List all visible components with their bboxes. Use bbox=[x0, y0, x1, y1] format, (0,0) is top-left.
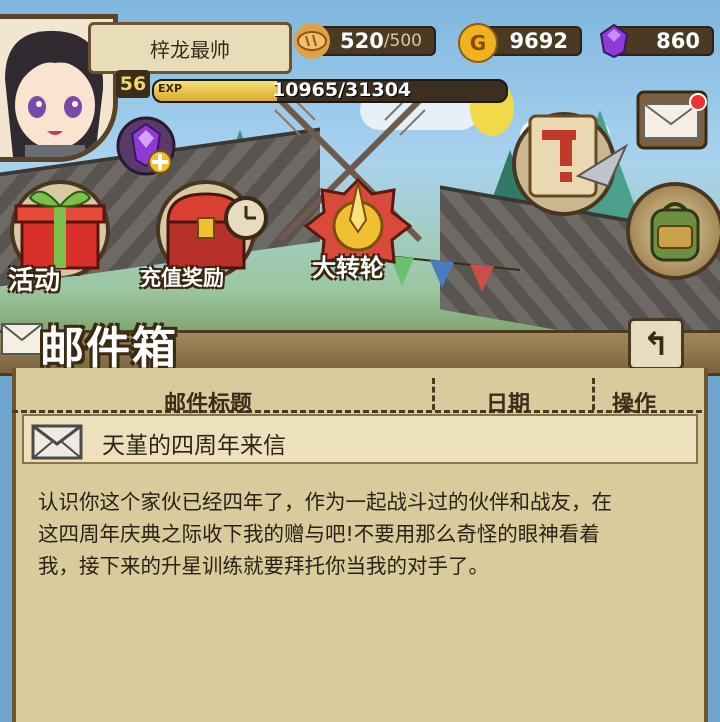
gem-counter[interactable]: 860 bbox=[600, 24, 714, 58]
quest-scroll-button[interactable] bbox=[508, 106, 628, 216]
player-name: 梓龙最帅 bbox=[150, 37, 230, 62]
exp-label: EXP bbox=[158, 82, 183, 95]
activity-button[interactable]: 活动 bbox=[0, 176, 120, 296]
back-arrow-icon: ↰ bbox=[642, 325, 670, 363]
back-button[interactable]: ↰ bbox=[628, 318, 684, 370]
mail-body: 认识你这个家伙已经四年了，作为一起战斗过的伙伴和战友，在 这四周年庆典之际收下我… bbox=[38, 486, 688, 582]
add-gems-button[interactable] bbox=[116, 116, 176, 176]
mail-table-header: 邮件标题 日期 操作 bbox=[12, 378, 702, 417]
exp-bar: EXP 10965/31304 bbox=[152, 79, 508, 103]
stamina-max: /500 bbox=[383, 31, 422, 51]
recharge-reward-label: 充值奖励 bbox=[140, 266, 224, 290]
gold-amount: 9692 bbox=[509, 29, 568, 53]
player-name-plate: 梓龙最帅 bbox=[88, 22, 292, 74]
backpack-button[interactable] bbox=[626, 182, 720, 280]
mail-subject: 天堇的四周年来信 bbox=[102, 433, 286, 459]
activity-label: 活动 bbox=[8, 266, 61, 296]
mailbox-title: 邮件箱 bbox=[40, 323, 178, 374]
coin-icon: G bbox=[458, 23, 498, 63]
mail-button[interactable] bbox=[636, 90, 708, 150]
mail-body-line: 认识你这个家伙已经四年了，作为一起战斗过的伙伴和战友，在 bbox=[38, 490, 612, 514]
stamina-current: 520 bbox=[339, 29, 384, 53]
bread-icon bbox=[294, 23, 330, 59]
recharge-reward-button[interactable]: 充值奖励 bbox=[140, 178, 290, 298]
mail-body-line: 这四周年庆典之际收下我的赠与吧!不要用那么奇怪的眼神看着 bbox=[38, 522, 600, 546]
gold-counter[interactable]: G 9692 bbox=[458, 23, 582, 63]
player-level: 56 bbox=[116, 70, 150, 98]
backpack-icon bbox=[650, 202, 700, 262]
mailbox-envelope-icon bbox=[1, 323, 43, 355]
envelope-icon bbox=[636, 90, 708, 150]
big-wheel-button[interactable]: 大转轮 bbox=[296, 176, 422, 296]
mail-item[interactable]: 天堇的四周年来信 bbox=[22, 414, 698, 464]
envelope-icon bbox=[31, 424, 83, 460]
big-wheel-label: 大转轮 bbox=[312, 254, 384, 282]
gem-amount: 860 bbox=[656, 29, 700, 53]
gem-plus-icon bbox=[116, 116, 176, 176]
exp-value: 10965/31304 bbox=[272, 79, 412, 101]
scroll-quill-icon bbox=[512, 112, 628, 216]
stamina-counter[interactable]: 520 /500 bbox=[294, 23, 436, 59]
gem-icon bbox=[596, 23, 632, 59]
mail-body-line: 我，接下来的升星训练就要拜托你当我的对手了。 bbox=[38, 554, 489, 578]
